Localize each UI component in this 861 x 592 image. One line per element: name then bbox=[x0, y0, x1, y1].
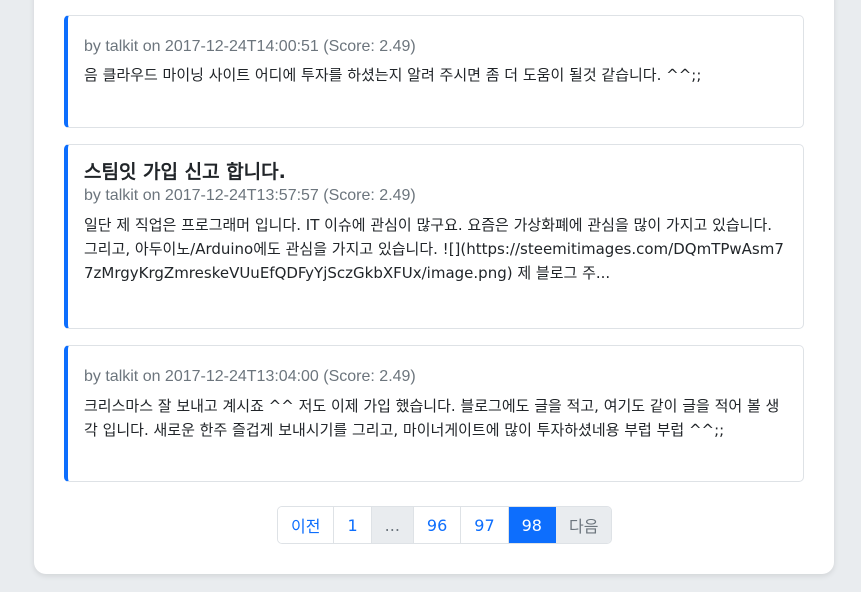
prev-page-button[interactable]: 이전 bbox=[278, 507, 335, 543]
post-card[interactable]: by talkit on 2017-12-24T13:04:00 (Score:… bbox=[64, 345, 804, 482]
post-excerpt: 음 클라우드 마이닝 사이트 어디에 투자를 하셨는지 알려 주시면 좀 더 도… bbox=[84, 66, 702, 84]
page-96-button[interactable]: 96 bbox=[413, 507, 462, 543]
post-card[interactable]: by talkit on 2017-12-24T14:00:51 (Score:… bbox=[64, 15, 804, 128]
post-meta: by talkit on 2017-12-24T13:04:00 (Score:… bbox=[84, 368, 416, 385]
post-excerpt: 일단 제 직업은 프로그래머 입니다. IT 이슈에 관심이 많구요. 요즘은 … bbox=[84, 216, 784, 282]
post-excerpt: 크리스마스 잘 보내고 계시죠 ^^ 저도 이제 가입 했습니다. 블로그에도 … bbox=[84, 397, 780, 439]
post-meta: by talkit on 2017-12-24T14:00:51 (Score:… bbox=[84, 38, 416, 55]
post-card[interactable]: 스팀잇 가입 신고 합니다. by talkit on 2017-12-24T1… bbox=[64, 144, 804, 329]
page-98-button-current[interactable]: 98 bbox=[508, 507, 556, 543]
page-1-button[interactable]: 1 bbox=[334, 507, 372, 543]
next-page-button[interactable]: 다음 bbox=[555, 507, 612, 543]
pagination: 이전 1 ... 96 97 98 다음 bbox=[277, 506, 613, 544]
post-meta: by talkit on 2017-12-24T13:57:57 (Score:… bbox=[84, 187, 416, 204]
post-title[interactable]: 스팀잇 가입 신고 합니다. bbox=[84, 159, 787, 185]
page-ellipsis: ... bbox=[371, 507, 414, 543]
page-97-button[interactable]: 97 bbox=[461, 507, 509, 543]
